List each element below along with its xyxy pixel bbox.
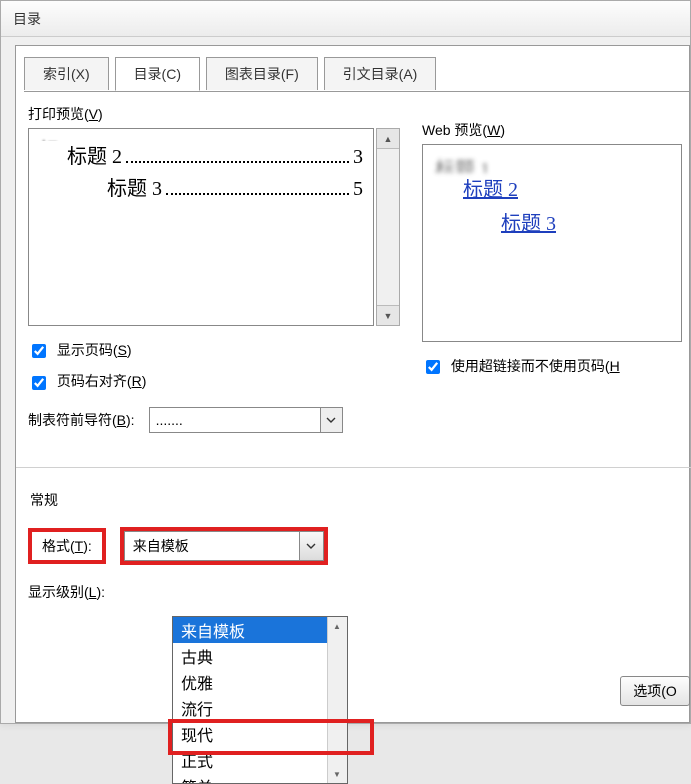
web-preview-pane: 标题 1 标题 2 标题 3	[422, 144, 682, 342]
toc-link[interactable]: 标题 3	[501, 213, 556, 235]
preview-row: 标题 3 5	[39, 173, 363, 205]
print-preview-pane: 标1 标题 2 3 标题 3 5	[28, 128, 374, 326]
leader-dots	[166, 179, 349, 195]
format-option-formal[interactable]: 正式	[173, 747, 347, 773]
dropdown-scrollbar[interactable]: ▲ ▼	[327, 617, 347, 783]
preview-scrollbar[interactable]: ▲ ▼	[376, 128, 400, 326]
format-option[interactable]: 来自模板	[173, 617, 347, 643]
format-option[interactable]: 现代	[173, 721, 347, 747]
general-section-label: 常规	[30, 490, 679, 510]
tab-index[interactable]: 索引(X)	[24, 57, 109, 90]
format-option[interactable]: 优雅	[173, 669, 347, 695]
web-preview-column: Web 预览(W) 标题 1 标题 2 标题 3 使用超链接而不使用页码(H	[422, 142, 682, 377]
format-option[interactable]: 流行	[173, 695, 347, 721]
format-option[interactable]: 古典	[173, 643, 347, 669]
tab-authorities[interactable]: 引文目录(A)	[324, 57, 437, 90]
options-button[interactable]: 选项(O	[620, 676, 690, 706]
leader-dots	[126, 147, 349, 163]
print-preview-inner: 标1 标题 2 3 标题 3 5	[29, 129, 373, 211]
use-hyperlinks-label: 使用超链接而不使用页码(H	[451, 358, 620, 374]
web-preview-label: Web 预览(W)	[422, 120, 682, 140]
show-levels-label: 显示级别(L):	[28, 584, 105, 600]
title-text: 目录	[13, 11, 41, 27]
tab-leader-value: .......	[150, 412, 320, 428]
divider	[16, 467, 691, 468]
show-page-numbers-label: 显示页码(S)	[57, 342, 132, 358]
scroll-down-icon[interactable]: ▼	[328, 765, 346, 783]
show-page-numbers-checkbox[interactable]	[32, 344, 46, 358]
tab-bar: 索引(X) 目录(C) 图表目录(F) 引文目录(A)	[24, 56, 689, 92]
scroll-up-icon[interactable]: ▲	[377, 129, 399, 149]
format-dropdown-list[interactable]: 来自模板 古典 优雅 流行 现代 正式 简单 ▲ ▼	[172, 616, 348, 784]
right-align-checkbox[interactable]	[32, 376, 46, 390]
format-label: 格式(T):	[28, 528, 106, 564]
right-align-label: 页码右对齐(R)	[57, 373, 146, 389]
web-link-row: 标题 2	[435, 173, 669, 207]
preview-row: 标题 2 3	[39, 141, 363, 173]
dialog-title: 目录	[1, 1, 690, 37]
tab-leader-label: 制表符前导符(B):	[28, 410, 135, 430]
chevron-down-icon[interactable]	[320, 408, 342, 432]
chevron-down-icon[interactable]	[299, 532, 323, 560]
format-row: 格式(T): 来自模板	[28, 528, 679, 564]
tab-content: 打印预览(V) 标1 标题 2 3 标题 3	[16, 92, 689, 602]
print-preview-wrap: 标1 标题 2 3 标题 3 5	[28, 128, 374, 326]
format-select[interactable]: 来自模板	[124, 531, 324, 561]
toc-dialog: 目录 索引(X) 目录(C) 图表目录(F) 引文目录(A) 打印预览(V) 标…	[0, 0, 691, 724]
dialog-body: 索引(X) 目录(C) 图表目录(F) 引文目录(A) 打印预览(V) 标1 标…	[15, 45, 690, 723]
scroll-up-icon[interactable]: ▲	[328, 617, 346, 635]
format-option[interactable]: 简单	[173, 773, 347, 783]
tab-toc[interactable]: 目录(C)	[115, 57, 200, 91]
web-link-row: 标题 3	[435, 207, 669, 241]
use-hyperlinks-checkbox[interactable]	[426, 360, 440, 374]
show-levels-row: 显示级别(L):	[28, 582, 679, 602]
tab-leader-select[interactable]: .......	[149, 407, 343, 433]
tab-figures[interactable]: 图表目录(F)	[206, 57, 318, 90]
blur-row: 标题 1	[435, 153, 669, 173]
toc-link[interactable]: 标题 2	[463, 179, 518, 201]
use-hyperlinks-row: 使用超链接而不使用页码(H	[422, 356, 682, 377]
scroll-down-icon[interactable]: ▼	[377, 305, 399, 325]
tab-leader-row: 制表符前导符(B): .......	[28, 407, 679, 433]
format-value: 来自模板	[125, 536, 299, 556]
